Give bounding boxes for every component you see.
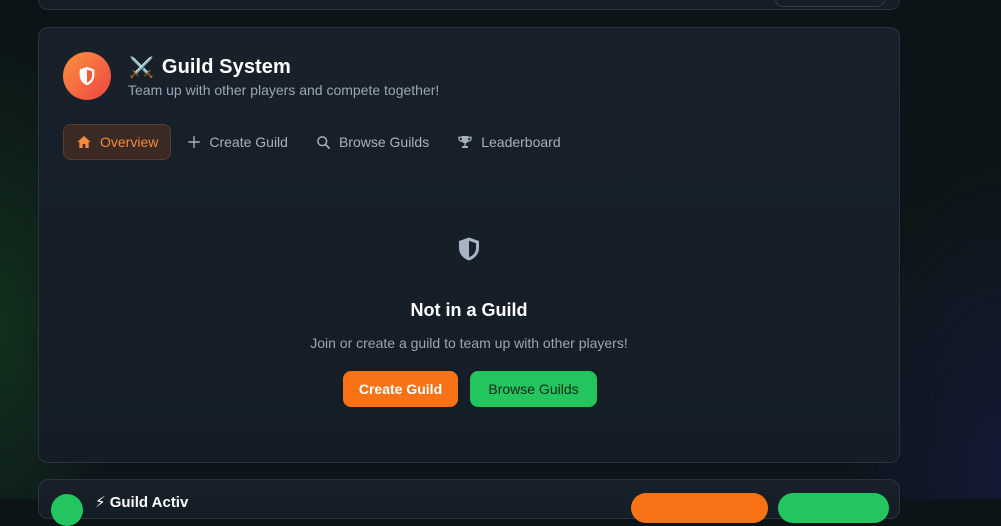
guild-logo	[63, 52, 111, 100]
tab-leaderboard[interactable]: Leaderboard	[445, 124, 572, 160]
empty-state-actions: Create Guild Browse Guilds	[343, 371, 597, 407]
previous-card	[38, 0, 900, 10]
search-icon	[317, 135, 330, 149]
tab-label: Leaderboard	[481, 134, 561, 150]
tab-overview[interactable]: Overview	[63, 124, 172, 160]
shield-icon	[459, 237, 479, 261]
activity-green-button[interactable]	[778, 493, 889, 523]
plus-icon	[188, 136, 201, 148]
tab-label: Browse Guilds	[338, 134, 430, 150]
guild-system-card: ⚔️ Guild System Team up with other playe…	[38, 27, 900, 463]
guild-activity-card: ⚡ Guild Activ	[38, 479, 900, 526]
page-title: Guild System	[161, 56, 291, 78]
shield-icon	[79, 66, 95, 86]
page-subtitle: Team up with other players and compete t…	[128, 82, 440, 98]
create-guild-button[interactable]: Create Guild	[343, 371, 458, 407]
previous-card-button[interactable]	[775, 0, 885, 7]
activity-orange-button[interactable]	[631, 493, 768, 523]
empty-state-icon	[457, 236, 481, 267]
home-icon	[77, 136, 91, 148]
trophy-icon	[458, 136, 472, 148]
tab-label: Create Guild	[209, 134, 288, 150]
empty-state-title: Not in a Guild	[410, 300, 528, 320]
tab-browse-guilds[interactable]: Browse Guilds	[304, 124, 441, 160]
tab-create-guild[interactable]: Create Guild	[175, 124, 300, 160]
empty-state-description: Join or create a guild to team up with o…	[310, 335, 628, 351]
guild-tabs: Overview Create Guild Browse Guilds Lead…	[63, 124, 573, 160]
tab-label: Overview	[100, 134, 159, 150]
crossed-swords-icon: ⚔️	[129, 56, 154, 79]
browse-guilds-button[interactable]: Browse Guilds	[470, 371, 597, 407]
activity-title: ⚡ Guild Activ	[95, 494, 189, 511]
